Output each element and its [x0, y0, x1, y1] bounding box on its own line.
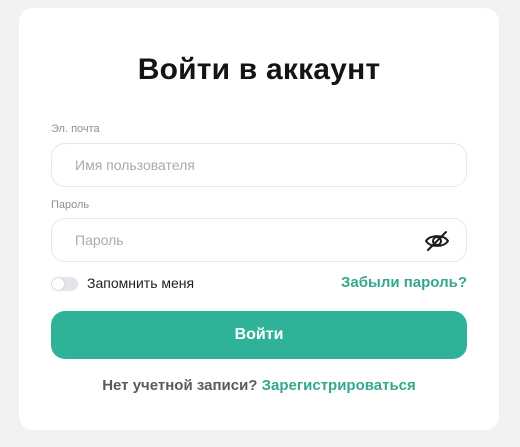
- password-label: Пароль: [51, 199, 90, 211]
- remember-me-toggle[interactable]: [51, 277, 78, 291]
- eye-slash-icon[interactable]: [424, 229, 450, 253]
- login-button[interactable]: Войти: [51, 311, 467, 359]
- signup-prompt: Нет учетной записи? Зарегистрироваться: [19, 377, 499, 394]
- remember-me-label: Запомнить меня: [87, 275, 195, 291]
- email-label: Эл. почта: [51, 123, 100, 135]
- page-title: Войти в аккаунт: [137, 53, 381, 86]
- forgot-password-link[interactable]: Забыли пароль?: [341, 274, 467, 291]
- signup-question: Нет учетной записи?: [102, 377, 258, 394]
- register-link[interactable]: Зарегистрироваться: [262, 377, 416, 394]
- email-field[interactable]: [51, 143, 467, 187]
- login-card: Войти в аккаунт Эл. почта Пароль Запомни…: [19, 8, 499, 430]
- toggle-knob: [52, 278, 64, 290]
- password-field[interactable]: [51, 218, 467, 262]
- password-input[interactable]: [75, 219, 415, 261]
- email-input[interactable]: [75, 144, 415, 186]
